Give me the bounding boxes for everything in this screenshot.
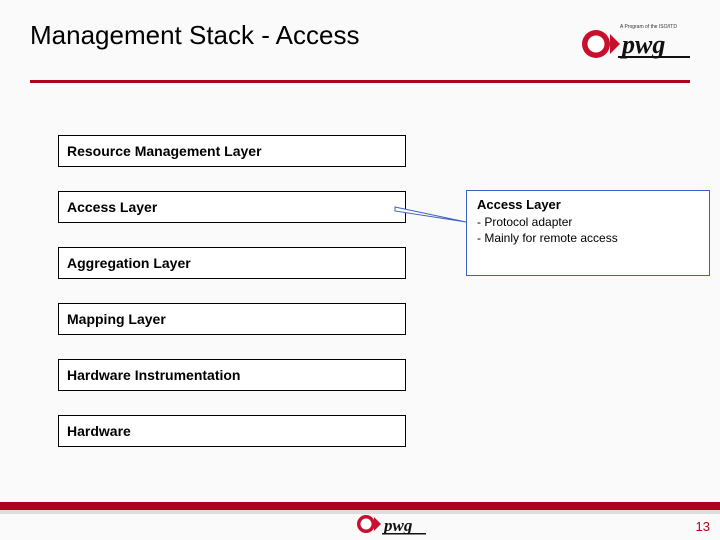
pwg-logo-top: A Program of the ISO/ITD pwg bbox=[580, 20, 690, 65]
layer-box-hardware: Hardware bbox=[58, 415, 406, 447]
access-layer-callout: Access Layer - Protocol adapter - Mainly… bbox=[466, 190, 710, 276]
layer-box-resource-management: Resource Management Layer bbox=[58, 135, 406, 167]
layer-stack: Resource Management Layer Access Layer A… bbox=[58, 135, 406, 471]
layer-box-mapping: Mapping Layer bbox=[58, 303, 406, 335]
header-divider bbox=[30, 80, 690, 83]
slide-title: Management Stack - Access bbox=[30, 20, 359, 51]
svg-text:pwg: pwg bbox=[382, 516, 413, 535]
page-number: 13 bbox=[696, 519, 710, 534]
brand-text: pwg bbox=[620, 30, 665, 59]
slide: Management Stack - Access A Program of t… bbox=[0, 0, 720, 540]
callout-line-2: - Mainly for remote access bbox=[477, 230, 699, 246]
callout-line-1: - Protocol adapter bbox=[477, 214, 699, 230]
layer-box-access: Access Layer bbox=[58, 191, 406, 223]
layer-box-aggregation: Aggregation Layer bbox=[58, 247, 406, 279]
footer: pwg 13 bbox=[0, 502, 720, 540]
layer-box-hardware-instrumentation: Hardware Instrumentation bbox=[58, 359, 406, 391]
callout-title: Access Layer bbox=[477, 197, 699, 212]
footer-red-bar bbox=[0, 502, 720, 510]
pwg-logo-footer: pwg bbox=[356, 510, 426, 538]
